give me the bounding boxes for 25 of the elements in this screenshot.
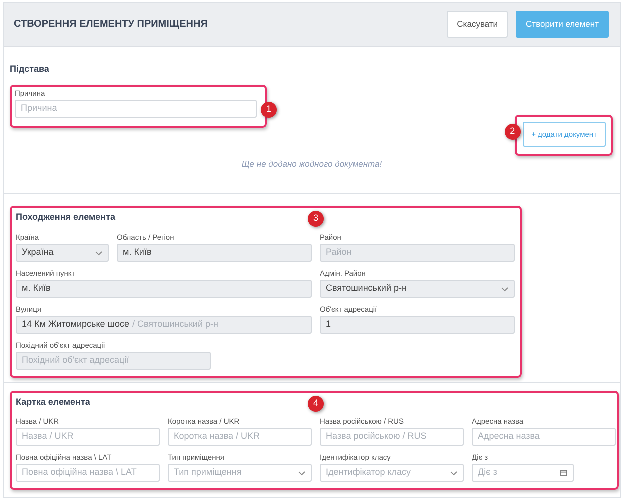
create-button[interactable]: Створити елемент: [516, 11, 609, 38]
callout-number: 2: [504, 124, 521, 140]
calendar-icon: [560, 469, 568, 477]
input-field[interactable]: Назва / UKR: [16, 428, 160, 446]
chevron-down-icon: [95, 248, 103, 256]
select-field[interactable]: Тип приміщення: [168, 464, 312, 482]
chevron-down-icon: [450, 469, 458, 477]
chevron-down-icon: [298, 469, 306, 477]
cancel-button[interactable]: Скасувати: [447, 11, 508, 38]
callout-number: 3: [308, 211, 324, 227]
select-field[interactable]: Ідентифікатор класу: [320, 464, 464, 482]
input-field[interactable]: Повна офіційна назва \ LAT: [16, 464, 160, 482]
input-field[interactable]: Адресна назва: [472, 428, 616, 446]
empty-message: Ще не додано жодного документа!: [242, 158, 382, 169]
input-field[interactable]: Коротка назва / UKR: [168, 428, 312, 446]
section-title: Картка елемента: [16, 396, 90, 409]
date-field[interactable]: Діє з: [472, 464, 574, 482]
chevron-down-icon: [501, 284, 509, 292]
callout-number: 1: [261, 102, 277, 118]
callout-number: 4: [308, 396, 324, 412]
input-field[interactable]: Назва російською / RUS: [320, 428, 464, 446]
page-title: СТВОРЕННЯ ЕЛЕМЕНТУ ПРИМІЩЕННЯ: [14, 18, 208, 32]
section-title: Підстава: [10, 63, 50, 76]
input-field[interactable]: Причина: [15, 100, 257, 118]
section-title: Походження елемента: [16, 211, 116, 224]
